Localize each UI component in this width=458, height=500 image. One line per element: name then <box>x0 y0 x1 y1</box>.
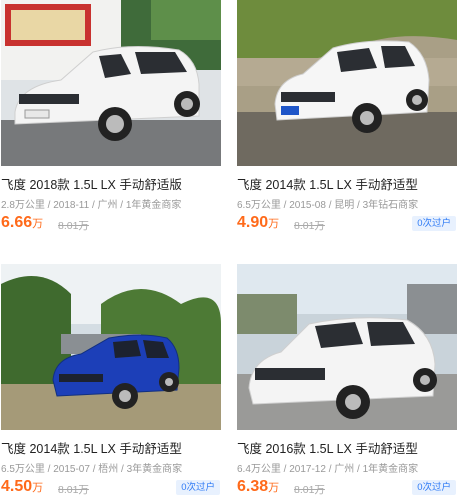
car-photo[interactable] <box>1 0 221 166</box>
price-unit: 万 <box>268 218 280 230</box>
listing-title[interactable]: 飞度 2016款 1.5L LX 手动舒适型 <box>237 438 458 457</box>
listing-price: 6.38万 <box>237 478 279 496</box>
listing-card[interactable]: 飞度 2018款 1.5L LX 手动舒适版 2.8万公里 / 2018-11 … <box>1 0 222 236</box>
listing-meta: 2.8万公里 / 2018-11 / 广州 / 1年黄金商家 <box>1 200 182 211</box>
listing-title[interactable]: 飞度 2018款 1.5L LX 手动舒适版 <box>1 174 222 193</box>
listing-title[interactable]: 飞度 2014款 1.5L LX 手动舒适型 <box>1 438 222 457</box>
price-unit: 万 <box>32 218 44 230</box>
listing-meta: 6.5万公里 / 2015-07 / 梧州 / 3年黄金商家 <box>1 464 183 475</box>
listing-price: 6.66万 <box>1 214 43 232</box>
listing-card[interactable]: 飞度 2016款 1.5L LX 手动舒适型 6.4万公里 / 2017-12 … <box>237 264 458 500</box>
car-photo-image <box>237 0 457 166</box>
listing-meta: 6.4万公里 / 2017-12 / 广州 / 1年黄金商家 <box>237 464 419 475</box>
transfer-count-badge: 0次过户 <box>176 480 220 495</box>
car-photo-image <box>1 264 221 430</box>
price-row: 6.38万 8.01万 0次过户 <box>237 478 458 498</box>
price-row: 6.66万 8.01万 <box>1 214 222 234</box>
listing-title[interactable]: 飞度 2014款 1.5L LX 手动舒适型 <box>237 174 458 193</box>
listing-price: 4.50万 <box>1 478 43 496</box>
price-value: 4.90 <box>237 214 269 231</box>
transfer-count-badge: 0次过户 <box>412 480 456 495</box>
original-price: 8.01万 <box>58 484 89 496</box>
car-photo[interactable] <box>1 264 221 430</box>
car-photo[interactable] <box>237 264 457 430</box>
price-unit: 万 <box>268 482 280 494</box>
listing-price: 4.90万 <box>237 214 279 232</box>
price-value: 6.66 <box>1 214 33 231</box>
listing-card[interactable]: 飞度 2014款 1.5L LX 手动舒适型 6.5万公里 / 2015-08 … <box>237 0 458 236</box>
price-value: 4.50 <box>1 478 33 495</box>
listing-card[interactable]: 飞度 2014款 1.5L LX 手动舒适型 6.5万公里 / 2015-07 … <box>1 264 222 500</box>
price-value: 6.38 <box>237 478 269 495</box>
price-unit: 万 <box>32 482 44 494</box>
listing-meta: 6.5万公里 / 2015-08 / 昆明 / 3年钻石商家 <box>237 200 419 211</box>
price-row: 4.50万 8.01万 0次过户 <box>1 478 222 498</box>
car-photo-image <box>237 264 457 430</box>
price-row: 4.90万 8.01万 0次过户 <box>237 214 458 234</box>
original-price: 8.01万 <box>58 220 89 232</box>
car-photo[interactable] <box>237 0 457 166</box>
original-price: 8.01万 <box>294 484 325 496</box>
car-photo-image <box>1 0 221 166</box>
transfer-count-badge: 0次过户 <box>412 216 456 231</box>
original-price: 8.01万 <box>294 220 325 232</box>
